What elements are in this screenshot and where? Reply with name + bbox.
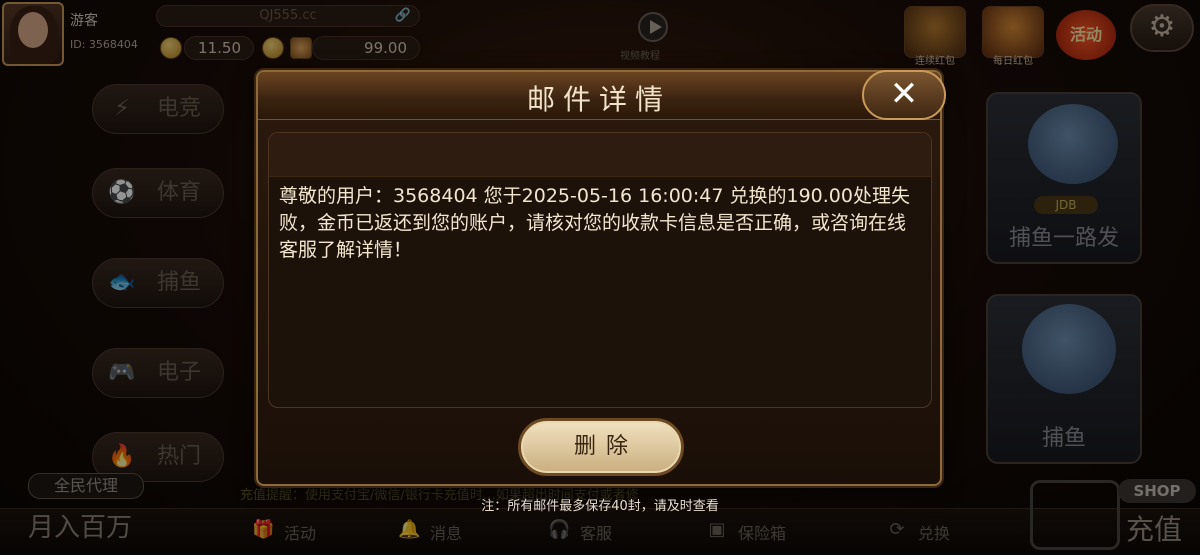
delete-button[interactable]: 删除 [518, 418, 684, 476]
close-button[interactable]: ✕ [862, 70, 946, 120]
mail-limit-note: 注：所有邮件最多保存40封，请及时查看 [481, 499, 719, 514]
dialog-header: 邮件详情 [258, 72, 940, 120]
dialog-title: 邮件详情 [526, 83, 671, 116]
mail-detail-dialog: 邮件详情 ✕ 尊敬的用户：3568404 您于2025-05-16 16:00:… [256, 70, 946, 486]
message-header-strip [269, 133, 931, 177]
stage: { "user": {"name": "游客", "id_label": "ID… [0, 0, 1200, 555]
message-box: 尊敬的用户：3568404 您于2025-05-16 16:00:47 兑换的1… [268, 132, 932, 408]
message-text: 尊敬的用户：3568404 您于2025-05-16 16:00:47 兑换的1… [279, 185, 910, 261]
